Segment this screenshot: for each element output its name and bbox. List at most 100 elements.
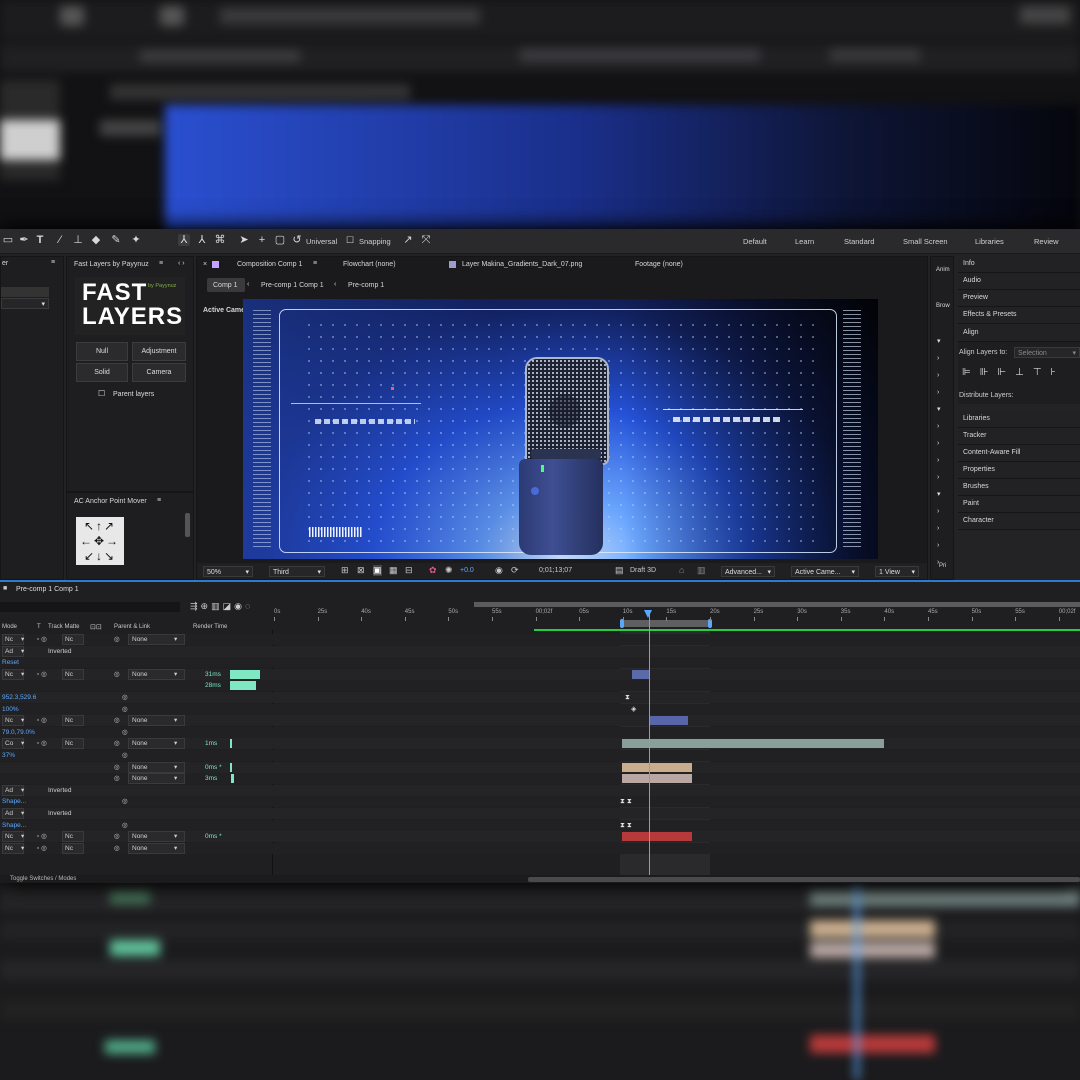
layer-row[interactable]: Co ▾ Nc ▫ ◎ ◎ None ▾ 1ms — [0, 738, 1080, 750]
breadcrumb-comp1[interactable]: Comp 1 — [213, 282, 238, 289]
show-snapshot-icon[interactable]: ⟳ — [511, 565, 519, 576]
layer-row[interactable]: Ad ▾ Inverted — [0, 808, 1080, 819]
layer-mode[interactable]: Shape... — [2, 820, 26, 831]
axis-view-icon[interactable]: ⌘ — [214, 234, 226, 246]
close-timeline-icon[interactable]: ■ — [3, 585, 7, 592]
parent-dropdown-icon[interactable]: ▾ — [174, 773, 177, 784]
layer-row[interactable]: ◎ None ▾ 0ms * — [0, 761, 1080, 773]
parent-dropdown-icon[interactable]: ▾ — [174, 669, 177, 680]
layer-track-matte[interactable]: Nc — [62, 668, 84, 680]
panel-menu-icon[interactable]: ≡ — [159, 260, 163, 267]
tab-footage[interactable]: Footage (none) — [635, 261, 683, 268]
adjustment-button[interactable]: Adjustment — [132, 342, 186, 361]
layer-row[interactable]: Nc ▾ Nc ▫ ◎ ◎ None ▾ — [0, 715, 1080, 727]
anchor-grid[interactable]: ↖↑↗ ←✥→ ↙↓↘ — [76, 517, 124, 565]
layer-row[interactable]: Nc ▾ Nc ▫ ◎ ◎ None ▾ 31ms — [0, 668, 1080, 680]
brushes-panel-item[interactable]: Brushes — [958, 479, 1080, 496]
draft-3d-label[interactable]: Draft 3D — [630, 567, 656, 574]
composition-viewer[interactable] — [243, 299, 878, 559]
mode-dropdown-icon[interactable]: ▾ — [21, 738, 24, 749]
parent-dropdown-icon[interactable]: ▾ — [174, 738, 177, 749]
pick-whip-icon[interactable]: ◎ — [122, 750, 128, 761]
layer-duration-bar[interactable] — [622, 774, 692, 784]
solid-button[interactable]: Solid — [76, 363, 128, 382]
layer-row[interactable]: Ad ▾ Inverted — [0, 784, 1080, 796]
panel-menu-icon[interactable]: ≡ — [51, 259, 55, 266]
layer-switch-icons[interactable]: ▫ ◎ — [37, 634, 47, 645]
draft-3d-icon[interactable]: ▤ — [615, 565, 624, 576]
anchor-middle-row-icons[interactable]: ←✥→ — [79, 534, 121, 549]
pick-whip-icon[interactable]: ◎ — [114, 715, 120, 726]
layer-row[interactable]: 100% ◎ ◈ — [0, 703, 1080, 715]
layer-row[interactable]: Nc ▾ Nc ▫ ◎ ◎ None ▾ 0ms * — [0, 831, 1080, 843]
mode-dropdown-icon[interactable]: ▾ — [21, 646, 24, 657]
tracker-panel-item[interactable]: Tracker — [958, 428, 1080, 445]
renderer-dropdown[interactable]: Advanced... — [721, 566, 775, 578]
pick-whip-icon[interactable]: ◎ — [114, 831, 120, 842]
clone-stamp-tool-icon[interactable]: ⊥ — [72, 234, 84, 246]
layer-row[interactable]: Reset — [0, 657, 1080, 669]
workspace-learn[interactable]: Learn — [795, 237, 814, 246]
grid-guides-icon[interactable]: ▦ — [389, 565, 398, 576]
rotate-tool-icon[interactable]: ↺ — [291, 234, 303, 246]
exposure-value[interactable]: +0.0 — [460, 567, 474, 574]
workspace-small-screen[interactable]: Small Screen — [903, 237, 948, 246]
workspace-standard[interactable]: Standard — [844, 237, 874, 246]
tab-composition-comp1[interactable]: Composition Comp 1 — [237, 261, 302, 268]
layer-duration-bar[interactable] — [632, 669, 650, 679]
layer-row[interactable]: 37% ◎ — [0, 750, 1080, 761]
resolution-dropdown[interactable]: Third — [269, 566, 325, 578]
pri-tab[interactable]: Pri — [939, 563, 946, 569]
layer-row[interactable]: Ad ▾ Inverted — [0, 645, 1080, 657]
panel-overflow-icon[interactable]: ‹ › — [178, 260, 185, 267]
layer-mode[interactable]: Shape... — [2, 796, 26, 807]
view-layout-dropdown[interactable]: 1 View — [875, 566, 919, 578]
pick-whip-icon[interactable]: ◎ — [114, 843, 120, 854]
mode-dropdown-icon[interactable]: ▾ — [21, 715, 24, 726]
parent-dropdown-icon[interactable]: ▾ — [174, 634, 177, 645]
align-buttons-icons[interactable]: ⊫⊪⊩⊥⊤⊦ — [962, 367, 1065, 378]
playhead-line[interactable] — [649, 612, 650, 877]
eraser-tool-icon[interactable]: ◆ — [90, 234, 102, 246]
layer-row[interactable]: ◎ None ▾ 3ms — [0, 773, 1080, 785]
fast-previews-icon[interactable]: ▥ — [697, 565, 706, 576]
preview-panel-item[interactable]: Preview — [958, 290, 1080, 307]
align-panel-item[interactable]: Align — [958, 325, 1080, 342]
parent-dropdown-icon[interactable]: ▾ — [174, 843, 177, 854]
time-ruler[interactable]: 0s 25s 40s 45s 50s 55s 00;02f 05s 10s 15s 20s 25s 30… — [274, 602, 1080, 630]
axis-world-icon[interactable]: ⅄ — [196, 234, 208, 246]
layer-track-matte[interactable]: Nc — [62, 715, 84, 727]
keyframe-icon[interactable]: ◈ — [631, 705, 636, 714]
close-tab-icon[interactable]: × — [203, 261, 207, 268]
mode-dropdown-icon[interactable]: ▾ — [21, 785, 24, 796]
workspace-review[interactable]: Review — [1034, 237, 1059, 246]
align-to-dropdown[interactable]: Selection — [1014, 347, 1080, 359]
libraries-panel-item[interactable]: Libraries — [958, 411, 1080, 428]
selection-tool-icon[interactable]: ➤ — [238, 234, 250, 246]
layer-duration-bar[interactable] — [650, 716, 688, 726]
layer-mode[interactable]: 100% — [2, 704, 19, 715]
panel-menu-icon[interactable]: ≡ — [157, 497, 161, 504]
exposure-reset-icon[interactable]: ✺ — [445, 565, 453, 576]
pick-whip-icon[interactable]: ◎ — [122, 820, 128, 831]
parent-dropdown-icon[interactable]: ▾ — [174, 715, 177, 726]
pick-whip-icon[interactable]: ◎ — [114, 634, 120, 645]
playhead-handle[interactable] — [644, 610, 652, 618]
layer-track-matte[interactable]: Nc — [62, 634, 84, 645]
mode-dropdown-icon[interactable]: ▾ — [21, 634, 24, 645]
layer-switch-icons[interactable]: ▫ ◎ — [37, 715, 47, 726]
timeline-title[interactable]: Pre-comp 1 Comp 1 — [16, 586, 79, 593]
toggle-switches-modes[interactable]: Toggle Switches / Modes — [10, 876, 76, 882]
mode-dropdown-icon[interactable]: ▾ — [21, 831, 24, 842]
layer-track-matte[interactable]: Nc — [62, 842, 84, 854]
brush-tool-icon[interactable]: ⁄ — [54, 234, 66, 246]
workspace-default[interactable]: Default — [743, 237, 767, 246]
pen-tool-icon[interactable]: ✒ — [18, 234, 30, 246]
axis-local-icon[interactable]: ⅄ — [178, 234, 190, 246]
keyframe-icon[interactable]: ⧗ ⧗ — [620, 821, 632, 830]
keyframe-icon[interactable]: ⧗ — [625, 693, 630, 702]
pick-whip-icon[interactable]: ◎ — [114, 669, 120, 680]
pick-whip-icon[interactable]: ◎ — [122, 796, 128, 807]
pick-whip-icon[interactable]: ◎ — [114, 773, 120, 784]
current-time-display[interactable]: 0;01;13;07 — [539, 567, 572, 574]
